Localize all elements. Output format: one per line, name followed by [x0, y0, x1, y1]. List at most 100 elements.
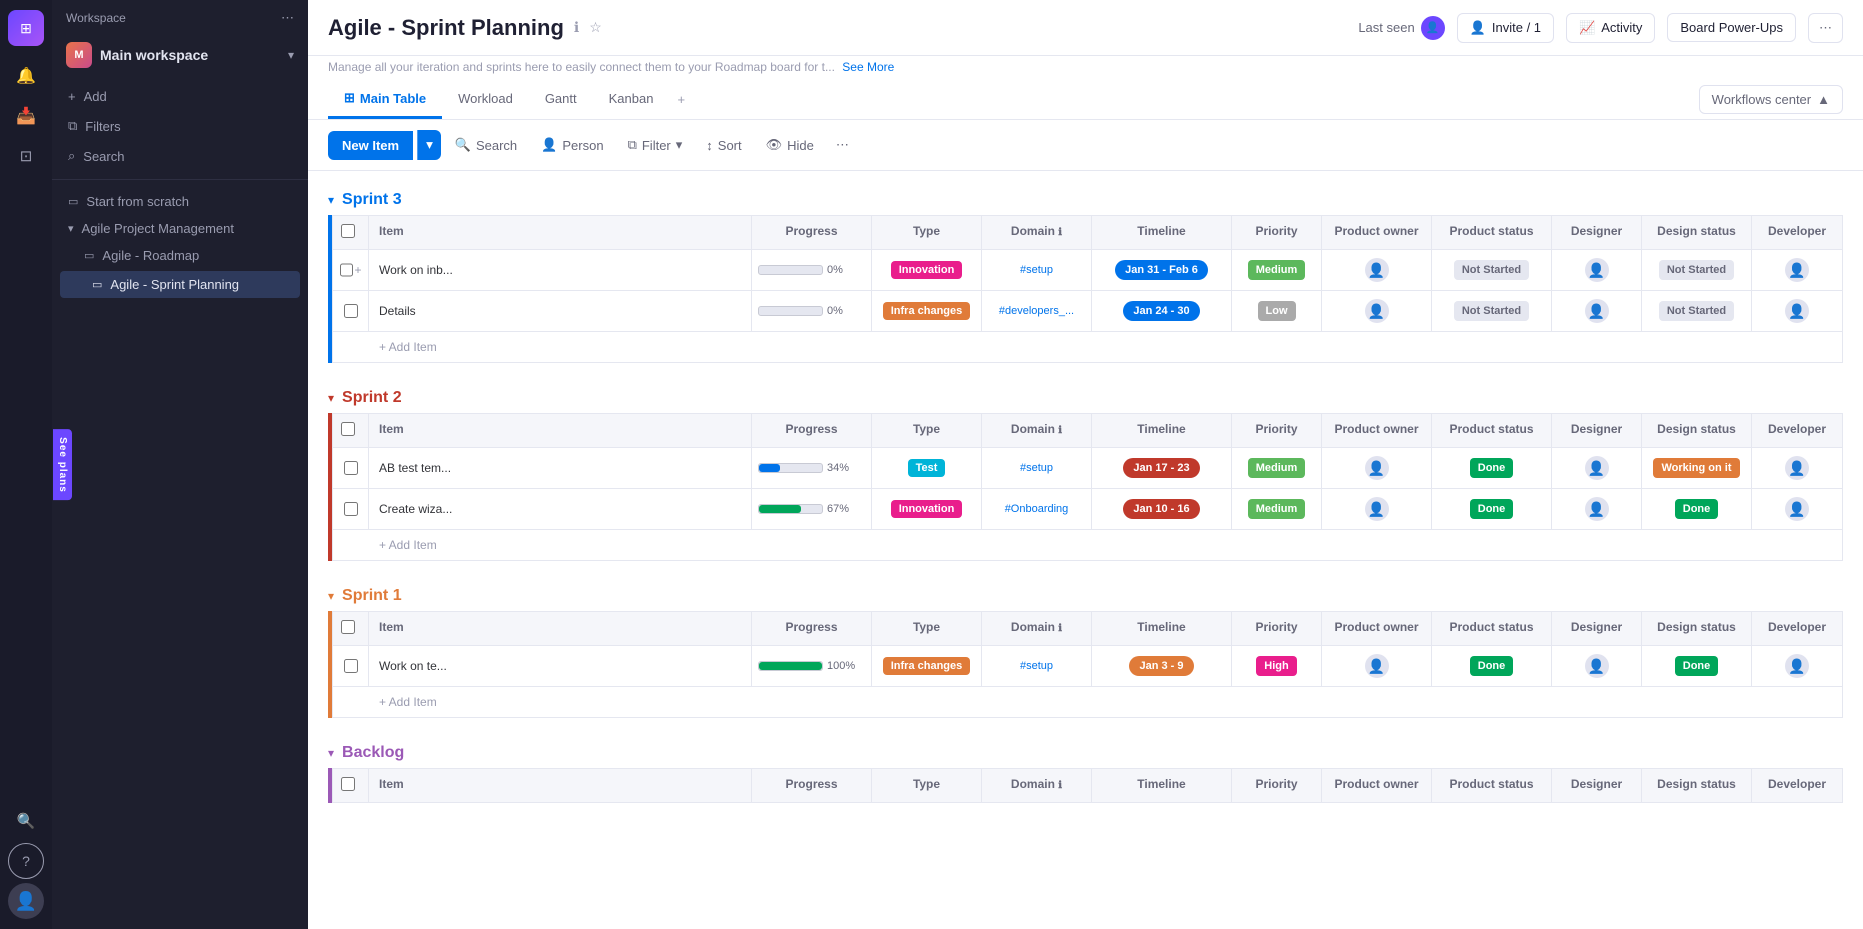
product-owner-cell[interactable]: 👤 — [1322, 448, 1432, 488]
product-status-cell[interactable]: Done — [1432, 448, 1552, 488]
designer-cell[interactable]: 👤 — [1552, 489, 1642, 529]
add-subitem-icon[interactable]: + — [355, 263, 362, 277]
notifications-icon[interactable]: 🔔 — [8, 58, 44, 94]
product-status-cell[interactable]: Not Started — [1432, 250, 1552, 290]
progress-cell[interactable]: 100% — [752, 646, 872, 686]
new-item-button[interactable]: New Item — [328, 131, 413, 160]
backlog-select-all[interactable] — [341, 777, 355, 791]
product-status-cell[interactable]: Not Started — [1432, 291, 1552, 331]
star-icon[interactable]: ☆ — [589, 19, 602, 36]
timeline-cell[interactable]: Jan 17 - 23 — [1092, 448, 1232, 488]
apps-icon[interactable]: ⊞ — [8, 10, 44, 46]
developer-cell[interactable]: 👤 — [1752, 646, 1842, 686]
info-icon[interactable]: ℹ — [574, 19, 579, 36]
timeline-cell[interactable]: Jan 10 - 16 — [1092, 489, 1232, 529]
tab-main-table[interactable]: ⊞ Main Table — [328, 80, 442, 119]
board-power-ups-button[interactable]: Board Power-Ups — [1667, 13, 1796, 42]
progress-cell[interactable]: 67% — [752, 489, 872, 529]
help-icon[interactable]: ? — [8, 843, 44, 879]
timeline-cell[interactable]: Jan 24 - 30 — [1092, 291, 1232, 331]
sidebar-search-button[interactable]: ⌕ Search — [52, 141, 308, 171]
backlog-title[interactable]: Backlog — [342, 744, 404, 762]
design-status-cell[interactable]: Done — [1642, 646, 1752, 686]
priority-cell[interactable]: Medium — [1232, 448, 1322, 488]
sprint3-title[interactable]: Sprint 3 — [342, 191, 402, 209]
person-toolbar-button[interactable]: 👤 Person — [531, 131, 613, 159]
domain-cell[interactable]: #developers_... — [982, 291, 1092, 331]
domain-cell[interactable]: #setup — [982, 646, 1092, 686]
domain-cell[interactable]: #setup — [982, 250, 1092, 290]
sprint2-chevron[interactable]: ▾ — [328, 391, 334, 405]
item-cell[interactable]: Details — [369, 291, 752, 331]
developer-cell[interactable]: 👤 — [1752, 291, 1842, 331]
row-check[interactable] — [344, 461, 358, 475]
item-cell[interactable]: Work on inb... — [369, 250, 752, 290]
design-status-cell[interactable]: Not Started — [1642, 291, 1752, 331]
sidebar-add-button[interactable]: + Add — [52, 82, 308, 111]
type-cell[interactable]: Innovation — [872, 489, 982, 529]
progress-cell[interactable]: 0% — [752, 250, 872, 290]
sprint3-chevron[interactable]: ▾ — [328, 193, 334, 207]
priority-cell[interactable]: Low — [1232, 291, 1322, 331]
sidebar-item-roadmap[interactable]: ▭ Agile - Roadmap — [52, 242, 308, 269]
designer-cell[interactable]: 👤 — [1552, 250, 1642, 290]
item-cell[interactable]: Create wiza... — [369, 489, 752, 529]
domain-cell[interactable]: #setup — [982, 448, 1092, 488]
invite-button[interactable]: 👤 Invite / 1 — [1457, 13, 1554, 43]
type-cell[interactable]: Infra changes — [872, 646, 982, 686]
domain-cell[interactable]: #Onboarding — [982, 489, 1092, 529]
sprint2-title[interactable]: Sprint 2 — [342, 389, 402, 407]
sprint2-select-all[interactable] — [341, 422, 355, 436]
priority-cell[interactable]: Medium — [1232, 489, 1322, 529]
designer-cell[interactable]: 👤 — [1552, 291, 1642, 331]
developer-cell[interactable]: 👤 — [1752, 489, 1842, 529]
new-item-arrow-button[interactable]: ▾ — [417, 130, 441, 160]
developer-cell[interactable]: 👤 — [1752, 448, 1842, 488]
sidebar-item-sprint[interactable]: ▭ Agile - Sprint Planning — [60, 271, 300, 298]
see-plans-button[interactable]: See plans — [53, 429, 72, 501]
type-cell[interactable]: Infra changes — [872, 291, 982, 331]
product-status-cell[interactable]: Done — [1432, 489, 1552, 529]
product-owner-cell[interactable]: 👤 — [1322, 291, 1432, 331]
design-status-cell[interactable]: Not Started — [1642, 250, 1752, 290]
row-check[interactable] — [344, 502, 358, 516]
timeline-cell[interactable]: Jan 31 - Feb 6 — [1092, 250, 1232, 290]
designer-cell[interactable]: 👤 — [1552, 448, 1642, 488]
sidebar-item-apm[interactable]: ▾ Agile Project Management — [52, 215, 308, 242]
filter-toolbar-button[interactable]: ⧉ Filter ▾ — [618, 131, 693, 159]
add-item-row[interactable]: + Add Item — [332, 687, 1843, 718]
product-owner-cell[interactable]: 👤 — [1322, 489, 1432, 529]
sort-toolbar-button[interactable]: ↕ Sort — [696, 132, 751, 159]
priority-cell[interactable]: Medium — [1232, 250, 1322, 290]
product-owner-cell[interactable]: 👤 — [1322, 250, 1432, 290]
product-owner-cell[interactable]: 👤 — [1322, 646, 1432, 686]
sidebar-filters-button[interactable]: ⧉ Filters — [52, 111, 308, 141]
more-options-button[interactable]: ⋯ — [1808, 13, 1843, 43]
sprint1-title[interactable]: Sprint 1 — [342, 587, 402, 605]
tab-workload[interactable]: Workload — [442, 81, 529, 119]
progress-cell[interactable]: 0% — [752, 291, 872, 331]
design-status-cell[interactable]: Done — [1642, 489, 1752, 529]
developer-cell[interactable]: 👤 — [1752, 250, 1842, 290]
row-check[interactable] — [344, 304, 358, 318]
row-check[interactable] — [344, 659, 358, 673]
user-avatar[interactable]: 👤 — [8, 883, 44, 919]
more-toolbar-button[interactable]: ⋯ — [828, 131, 857, 159]
priority-cell[interactable]: High — [1232, 646, 1322, 686]
tab-kanban[interactable]: Kanban — [593, 81, 670, 119]
add-item-row[interactable]: + Add Item — [332, 530, 1843, 561]
design-status-cell[interactable]: Working on it — [1642, 448, 1752, 488]
sprint1-select-all[interactable] — [341, 620, 355, 634]
item-cell[interactable]: AB test tem... — [369, 448, 752, 488]
sprint3-select-all[interactable] — [341, 224, 355, 238]
timeline-cell[interactable]: Jan 3 - 9 — [1092, 646, 1232, 686]
tab-add-button[interactable]: + — [669, 82, 693, 117]
activity-button[interactable]: 📈 Activity — [1566, 13, 1655, 43]
tab-gantt[interactable]: Gantt — [529, 81, 593, 119]
product-status-cell[interactable]: Done — [1432, 646, 1552, 686]
add-item-row[interactable]: + Add Item — [332, 332, 1843, 363]
search-toolbar-button[interactable]: 🔍 Search — [445, 131, 527, 159]
designer-cell[interactable]: 👤 — [1552, 646, 1642, 686]
backlog-chevron[interactable]: ▾ — [328, 746, 334, 760]
see-more-link[interactable]: See More — [842, 60, 894, 74]
